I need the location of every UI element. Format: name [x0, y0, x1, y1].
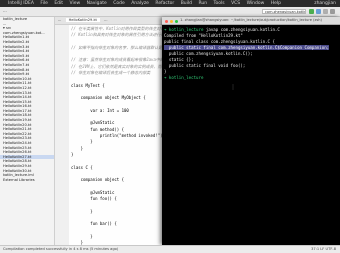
terminal-prompt: ➜ kotlin_lecture: [164, 75, 206, 80]
debug-icon[interactable]: [316, 8, 321, 14]
menu-help[interactable]: Help: [271, 1, 281, 6]
menu-build[interactable]: Build: [181, 1, 192, 6]
terminal-title: 1. zhangjian@zhangsiyuan: ~/kotlin_lectu…: [180, 18, 322, 22]
run-configuration-select[interactable]: com.zhengsiyuan.kotlin.c...: [262, 8, 306, 14]
tab-next[interactable]: ...: [101, 18, 110, 22]
run-icon[interactable]: [309, 8, 314, 14]
status-message: Compilation completed successfully in 4 …: [3, 247, 119, 251]
menu-refactor[interactable]: Refactor: [155, 1, 174, 6]
menu-vcs[interactable]: VCS: [231, 1, 240, 6]
line-gutter: [55, 25, 69, 245]
terminal-line: ➜ kotlin_lecture: [164, 75, 340, 81]
terminal-text: static {};: [164, 57, 194, 62]
terminal-prompt: ➜ kotlin_lecture: [164, 27, 206, 32]
menu-file[interactable]: File: [40, 1, 48, 6]
menu-analyze[interactable]: Analyze: [131, 1, 149, 6]
menu-window[interactable]: Window: [247, 1, 265, 6]
tab-hellokotlin29[interactable]: HelloKotlin29.kt: [65, 18, 100, 22]
search-icon[interactable]: [330, 8, 335, 14]
project-tree-item[interactable]: External Libraries: [0, 178, 54, 183]
close-icon[interactable]: [165, 20, 168, 23]
terminal-text: public static final com.zhengsiyuan.kotl…: [164, 45, 330, 50]
menu-bar: IntelliJ IDEA File Edit View Navigate Co…: [0, 0, 340, 7]
menu-edit[interactable]: Edit: [54, 1, 63, 6]
menu-tools[interactable]: Tools: [214, 1, 225, 6]
terminal-text: }: [164, 69, 167, 74]
app-menu[interactable]: IntelliJ IDEA: [8, 1, 34, 6]
terminal-title-bar[interactable]: 1. zhangjian@zhangsiyuan: ~/kotlin_lectu…: [162, 17, 340, 25]
stop-icon[interactable]: [323, 8, 328, 14]
ide-toolbar: ... com.zhengsiyuan.kotlin.c...: [0, 7, 340, 17]
project-tree: kotlin_lecture... ▾ src com.zhengsiyuan.ko…: [0, 17, 55, 245]
terminal-text: public com.zhengsiyuan.kotlin.C();: [164, 51, 253, 56]
tab-previous[interactable]: ...: [55, 18, 64, 22]
menu-code[interactable]: Code: [113, 1, 125, 6]
terminal-text: javap com.zhengsiyuan.kotlin.C: [205, 27, 280, 32]
terminal-output[interactable]: ➜ kotlin_lecture javap com.zhengsiyuan.k…: [164, 27, 340, 81]
terminal-text: public final class com.zhengsiyuan.kotli…: [164, 39, 275, 44]
menu-navigate[interactable]: Navigate: [87, 1, 107, 6]
maximize-icon[interactable]: [175, 20, 179, 23]
breadcrumb[interactable]: ...: [3, 8, 7, 13]
terminal-text: public static final void foo();: [164, 63, 246, 68]
menu-run[interactable]: Run: [198, 1, 207, 6]
terminal-window[interactable]: 1. zhangjian@zhangsiyuan: ~/kotlin_lectu…: [162, 17, 340, 245]
terminal-text: Compiled from "HelloKotlin29.kt": [164, 33, 243, 38]
menu-view[interactable]: View: [70, 1, 81, 6]
minimize-icon[interactable]: [170, 20, 174, 23]
menubar-user[interactable]: zhangjian: [314, 0, 336, 7]
mouse-cursor: [232, 84, 234, 90]
